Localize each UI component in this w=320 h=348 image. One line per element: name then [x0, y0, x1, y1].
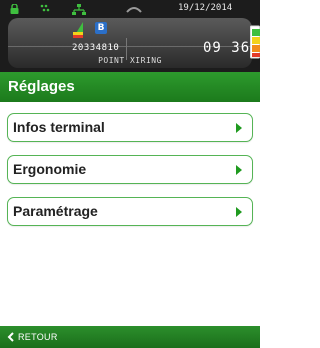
menu-item-parametrage[interactable]: Paramétrage: [7, 197, 253, 226]
status-bar: 19/12/2014 B 20334810 09 36 POINT XIRING: [0, 0, 260, 72]
connection-arc-icon: [126, 7, 142, 13]
terminal-id: 20334810: [72, 43, 120, 53]
contactless-icon: [40, 4, 50, 12]
battery-icon: [250, 25, 260, 59]
chevron-left-icon: [7, 332, 14, 342]
menu-item-label: Ergonomie: [13, 161, 87, 177]
mode-badge: B: [95, 22, 107, 34]
menu-item-infos-terminal[interactable]: Infos terminal: [7, 113, 253, 142]
title-bar: Réglages: [0, 72, 260, 102]
network-icon: [72, 4, 86, 15]
menu-item-ergonomie[interactable]: Ergonomie: [7, 155, 253, 184]
merchant-name: POINT XIRING: [98, 56, 162, 65]
settings-menu: Infos terminal Ergonomie Paramétrage: [7, 113, 253, 239]
chevron-right-icon: [236, 123, 242, 133]
status-date: 19/12/2014: [178, 3, 233, 13]
back-button[interactable]: RETOUR: [7, 330, 58, 344]
menu-item-label: Paramétrage: [13, 203, 98, 219]
back-label: RETOUR: [18, 332, 58, 342]
footer-bar: RETOUR: [0, 326, 260, 348]
menu-item-label: Infos terminal: [13, 119, 105, 135]
status-time: 09 36: [203, 40, 251, 56]
lock-icon: [10, 4, 19, 14]
chevron-right-icon: [236, 207, 242, 217]
signal-strength-icon: [73, 22, 83, 38]
page-title: Réglages: [8, 78, 75, 95]
chevron-right-icon: [236, 165, 242, 175]
